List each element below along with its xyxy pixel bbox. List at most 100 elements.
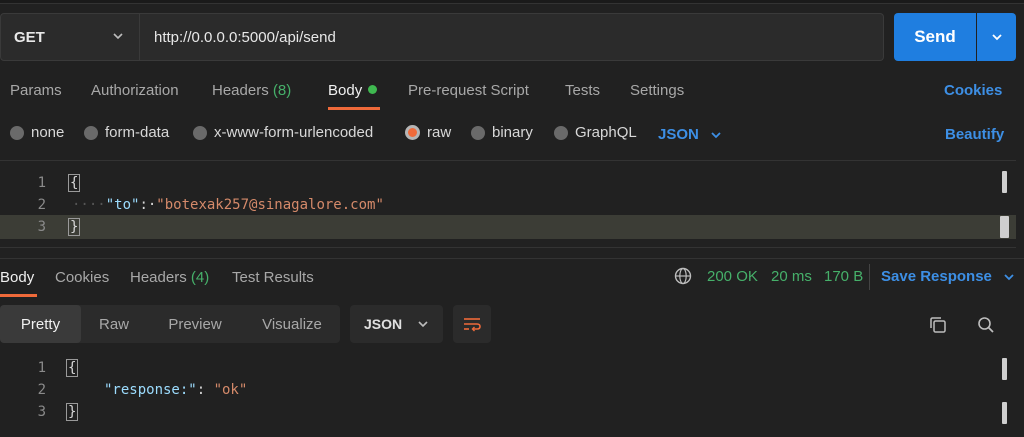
view-pretty[interactable]: Pretty bbox=[0, 305, 81, 343]
radio-urlencoded-label: x-www-form-urlencoded bbox=[214, 124, 374, 141]
current-line-highlight bbox=[0, 215, 1016, 239]
chevron-down-icon bbox=[113, 33, 123, 40]
chevron-down-icon bbox=[418, 321, 428, 328]
radio-circle bbox=[193, 125, 207, 140]
radio-circle bbox=[10, 125, 24, 140]
radio-none-label: none bbox=[31, 124, 65, 141]
response-format-label: JSON bbox=[364, 316, 403, 332]
wrap-lines-icon bbox=[464, 318, 481, 332]
wrap-lines-button[interactable] bbox=[453, 305, 491, 343]
json-value: "botexak257@sinagalore.com" bbox=[156, 197, 384, 213]
radio-raw-label: raw bbox=[427, 124, 452, 141]
body-type-options: none form-data x-www-form-urlencoded raw… bbox=[0, 124, 1024, 148]
save-response-button[interactable]: Save Response bbox=[881, 268, 1016, 285]
response-view-modes: Pretty Raw Preview Visualize bbox=[0, 305, 340, 343]
line-number: 2 bbox=[37, 197, 46, 213]
editor-scrollbar[interactable] bbox=[1002, 171, 1007, 193]
response-scrollbar-marker bbox=[1002, 402, 1007, 424]
body-format-label: JSON bbox=[658, 126, 699, 143]
search-icon bbox=[978, 317, 994, 333]
resp-headers-count: (4) bbox=[190, 269, 210, 286]
tab-tests[interactable]: Tests bbox=[565, 82, 600, 99]
radio-binary-label: binary bbox=[492, 124, 533, 141]
radio-circle bbox=[554, 125, 568, 140]
method-select[interactable]: GET bbox=[0, 13, 140, 61]
request-tabs: Params Authorization Headers (8) Body Pr… bbox=[0, 80, 1024, 106]
copy-button[interactable] bbox=[927, 314, 949, 336]
active-resp-tab-underline bbox=[0, 294, 37, 297]
send-button[interactable]: Send bbox=[894, 13, 976, 61]
tab-params[interactable]: Params bbox=[10, 82, 62, 99]
close-brace: } bbox=[66, 403, 79, 421]
tab-body[interactable]: Body bbox=[328, 82, 378, 99]
copy-icon bbox=[930, 317, 946, 333]
json-colon: : bbox=[196, 382, 214, 398]
tab-settings[interactable]: Settings bbox=[630, 82, 684, 99]
globe-icon[interactable] bbox=[674, 267, 692, 285]
close-brace: } bbox=[68, 218, 81, 236]
resp-tab-cookies[interactable]: Cookies bbox=[55, 269, 109, 286]
view-preview[interactable]: Preview bbox=[150, 305, 240, 343]
headers-count: (8) bbox=[272, 82, 292, 99]
status-code[interactable]: 200 OK bbox=[707, 268, 758, 285]
chevron-down-icon bbox=[711, 131, 721, 138]
beautify-link[interactable]: Beautify bbox=[945, 126, 1004, 143]
radio-urlencoded[interactable]: x-www-form-urlencoded bbox=[193, 124, 373, 141]
radio-graphql-label: GraphQL bbox=[575, 124, 637, 141]
radio-form-data[interactable]: form-data bbox=[84, 124, 169, 141]
radio-graphql[interactable]: GraphQL bbox=[554, 124, 637, 141]
url-text: http://0.0.0.0:5000/api/send bbox=[154, 28, 336, 46]
json-key: "response:" bbox=[104, 382, 197, 398]
cookies-link[interactable]: Cookies bbox=[944, 82, 1002, 99]
json-key: "to" bbox=[105, 197, 140, 213]
response-body-viewer[interactable]: 1 2 3 { "response:": "ok" } bbox=[0, 352, 1016, 437]
indent-whitespace: ···· bbox=[72, 197, 106, 213]
radio-binary[interactable]: binary bbox=[471, 124, 533, 141]
line-number: 1 bbox=[37, 175, 46, 191]
top-divider bbox=[0, 0, 1024, 4]
tab-headers[interactable]: Headers (8) bbox=[212, 82, 291, 99]
radio-circle-selected bbox=[405, 125, 420, 140]
json-colon: :· bbox=[139, 197, 157, 213]
tab-prerequest-script[interactable]: Pre-request Script bbox=[408, 82, 529, 99]
tab-authorization[interactable]: Authorization bbox=[91, 82, 179, 99]
radio-none[interactable]: none bbox=[10, 124, 64, 141]
open-brace: { bbox=[66, 359, 79, 377]
resp-tab-headers-label: Headers bbox=[130, 269, 187, 286]
open-brace: { bbox=[68, 174, 81, 192]
url-input[interactable]: http://0.0.0.0:5000/api/send bbox=[140, 13, 884, 61]
response-scrollbar[interactable] bbox=[1002, 358, 1007, 380]
save-response-label: Save Response bbox=[881, 268, 992, 285]
active-tab-underline bbox=[328, 107, 380, 110]
json-value: "ok" bbox=[213, 382, 248, 398]
method-label: GET bbox=[14, 28, 45, 46]
radio-raw[interactable]: raw bbox=[405, 124, 451, 141]
view-raw[interactable]: Raw bbox=[84, 305, 144, 343]
radio-circle bbox=[84, 125, 98, 140]
radio-form-data-label: form-data bbox=[105, 124, 170, 141]
line-number: 3 bbox=[37, 219, 46, 235]
radio-circle bbox=[471, 125, 485, 140]
chevron-down-icon bbox=[1004, 273, 1014, 280]
response-time[interactable]: 20 ms bbox=[771, 268, 812, 285]
body-indicator-dot bbox=[368, 85, 378, 94]
resp-tab-body[interactable]: Body bbox=[0, 269, 34, 286]
line-number: 2 bbox=[37, 382, 46, 398]
line-number: 1 bbox=[37, 360, 46, 376]
search-button[interactable] bbox=[975, 314, 997, 336]
tab-body-label: Body bbox=[328, 82, 363, 99]
send-options-button[interactable] bbox=[977, 13, 1016, 61]
request-body-editor[interactable]: 1 2 3 { ····"to":·"botexak257@sinagalore… bbox=[0, 160, 1016, 248]
body-format-select[interactable]: JSON bbox=[658, 126, 723, 143]
tab-headers-label: Headers bbox=[212, 82, 269, 99]
resp-tab-headers[interactable]: Headers (4) bbox=[130, 269, 209, 286]
chevron-down-icon bbox=[991, 34, 1002, 41]
resp-tab-test-results[interactable]: Test Results bbox=[232, 269, 314, 286]
response-size[interactable]: 170 B bbox=[824, 268, 863, 285]
divider bbox=[869, 264, 870, 290]
line-number: 3 bbox=[37, 404, 46, 420]
text-cursor bbox=[1000, 216, 1009, 238]
response-tabs: Body Cookies Headers (4) Test Results bbox=[0, 258, 1024, 298]
view-visualize[interactable]: Visualize bbox=[246, 305, 338, 343]
response-format-select[interactable]: JSON bbox=[350, 305, 443, 343]
